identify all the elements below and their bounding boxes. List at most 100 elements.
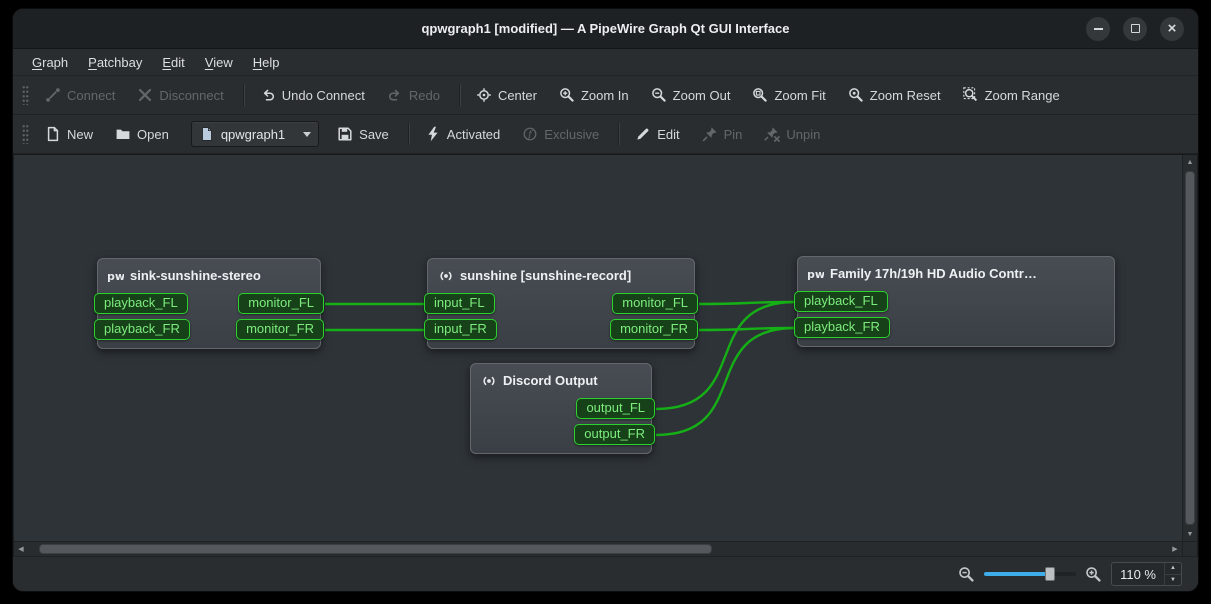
save-button[interactable]: Save	[328, 120, 398, 148]
pin-button: Pin	[693, 120, 752, 148]
menu-view[interactable]: View	[196, 52, 242, 73]
minimize-button[interactable]	[1086, 17, 1110, 41]
menu-graph[interactable]: Graph	[23, 52, 77, 73]
node-sunshine[interactable]: sunshine [sunshine-record]input_FLmonito…	[427, 258, 695, 349]
menu-help[interactable]: Help	[244, 52, 289, 73]
vertical-scroll-track[interactable]	[1183, 169, 1197, 527]
zoom-reset-icon	[848, 87, 864, 103]
toolbar-separator	[459, 84, 461, 106]
statusbar-zoom-out-icon[interactable]	[958, 566, 975, 583]
vertical-scroll-thumb[interactable]	[1185, 171, 1195, 525]
zoom-spinbox[interactable]: 110 % ▲ ▼	[1111, 562, 1182, 586]
port-sunshine-input_FL[interactable]: input_FL	[424, 293, 495, 314]
port-spacer	[467, 434, 471, 435]
node-sink[interactable]: pwsink-sunshine-stereoplayback_FLmonitor…	[97, 258, 321, 349]
center-button[interactable]: Center	[467, 81, 546, 109]
zoom-spin-up-button[interactable]: ▲	[1165, 563, 1181, 574]
zoom-slider[interactable]	[984, 566, 1076, 582]
menu-edit[interactable]: Edit	[153, 52, 193, 73]
toolbar-drag-handle[interactable]	[22, 85, 29, 105]
port-row: playback_FR monitor_FR	[94, 316, 324, 342]
connect-button: Connect	[36, 81, 124, 109]
port-family-playback_FL[interactable]: playback_FL	[794, 291, 888, 312]
graph-canvas[interactable]: pwsink-sunshine-stereoplayback_FLmonitor…	[13, 154, 1198, 556]
node-header[interactable]: Discord Output	[471, 364, 651, 395]
scroll-up-arrow[interactable]: ▲	[1183, 155, 1197, 169]
zoom-spin-down-button[interactable]: ▼	[1165, 574, 1181, 586]
port-sink-monitor_FR[interactable]: monitor_FR	[236, 319, 324, 340]
zoom-range-icon	[963, 87, 979, 103]
menu-patchbay[interactable]: Patchbay	[79, 52, 151, 73]
horizontal-scroll-track[interactable]	[28, 542, 1168, 556]
port-discord-output_FL[interactable]: output_FL	[576, 398, 655, 419]
zoom-slider-groove[interactable]	[984, 572, 1076, 576]
connect-icon	[45, 87, 61, 103]
port-sunshine-monitor_FL[interactable]: monitor_FL	[612, 293, 698, 314]
zoom-in-button[interactable]: Zoom In	[550, 81, 638, 109]
vertical-scrollbar[interactable]: ▲ ▼	[1182, 155, 1197, 541]
zoom-range-button[interactable]: Zoom Range	[954, 81, 1069, 109]
zoom-out-button[interactable]: Zoom Out	[642, 81, 740, 109]
zoom-out-icon	[651, 87, 667, 103]
unpin-icon	[764, 126, 780, 142]
port-sunshine-input_FR[interactable]: input_FR	[424, 319, 497, 340]
redo-icon	[387, 87, 403, 103]
horizontal-scroll-thumb[interactable]	[39, 544, 712, 554]
edit-button[interactable]: Edit	[626, 120, 688, 148]
horizontal-scrollbar[interactable]: ◀ ▶	[14, 541, 1182, 556]
window-title: qpwgraph1 [modified] — A PipeWire Graph …	[13, 21, 1198, 36]
node-header[interactable]: pwFamily 17h/19h HD Audio Contr…	[798, 257, 1114, 288]
port-row: output_FR	[467, 421, 655, 447]
zoom-value[interactable]: 110 %	[1112, 563, 1164, 585]
save-button-label: Save	[359, 127, 389, 142]
statusbar: 110 % ▲ ▼	[13, 556, 1198, 591]
undo-connect-button[interactable]: Undo Connect	[251, 81, 374, 109]
edit-button-label: Edit	[657, 127, 679, 142]
scroll-left-arrow[interactable]: ◀	[14, 542, 28, 556]
scroll-down-arrow[interactable]: ▼	[1183, 527, 1197, 541]
zoom-fit-button[interactable]: Zoom Fit	[743, 81, 834, 109]
minimize-icon	[1094, 28, 1103, 30]
port-row: input_FL monitor_FL	[424, 290, 698, 316]
exclusive-icon: f	[522, 126, 538, 142]
zoom-slider-handle[interactable]	[1045, 567, 1055, 581]
toolbar-separator	[408, 123, 410, 145]
port-sunshine-monitor_FR[interactable]: monitor_FR	[610, 319, 698, 340]
toolbar-drag-handle[interactable]	[22, 124, 29, 144]
activated-icon	[425, 126, 441, 142]
port-family-playback_FR[interactable]: playback_FR	[794, 317, 890, 338]
undo-icon	[260, 87, 276, 103]
node-header[interactable]: sunshine [sunshine-record]	[428, 259, 694, 290]
maximize-button[interactable]	[1123, 17, 1147, 41]
zoom-reset-button[interactable]: Zoom Reset	[839, 81, 950, 109]
zoom-reset-button-label: Zoom Reset	[870, 88, 941, 103]
node-title: sink-sunshine-stereo	[130, 268, 261, 283]
svg-text:pw: pw	[808, 268, 824, 281]
scroll-right-arrow[interactable]: ▶	[1168, 542, 1182, 556]
port-sink-playback_FL[interactable]: playback_FL	[94, 293, 188, 314]
session-combobox[interactable]: qpwgraph1	[191, 121, 319, 147]
close-button[interactable]: ×	[1160, 17, 1184, 41]
edit-icon	[635, 126, 651, 142]
exclusive-button-label: Exclusive	[544, 127, 599, 142]
port-spacer	[1114, 301, 1118, 302]
port-discord-output_FR[interactable]: output_FR	[574, 424, 655, 445]
statusbar-zoom-in-icon[interactable]	[1085, 566, 1102, 583]
port-spacer	[1114, 327, 1118, 328]
node-family[interactable]: pwFamily 17h/19h HD Audio Contr… playback…	[797, 256, 1115, 347]
activated-button[interactable]: Activated	[416, 120, 509, 148]
zoom-out-button-label: Zoom Out	[673, 88, 731, 103]
node-discord[interactable]: Discord Output output_FL output_FR	[470, 363, 652, 454]
new-button[interactable]: New	[36, 120, 102, 148]
node-header[interactable]: pwsink-sunshine-stereo	[98, 259, 320, 290]
open-button[interactable]: Open	[106, 120, 178, 148]
titlebar[interactable]: qpwgraph1 [modified] — A PipeWire Graph …	[13, 9, 1198, 49]
svg-text:f: f	[528, 129, 534, 140]
scrollbar-corner	[1182, 541, 1197, 556]
window-controls: ×	[1086, 17, 1198, 41]
close-icon: ×	[1168, 21, 1177, 36]
port-row: input_FR monitor_FR	[424, 316, 698, 342]
port-sink-playback_FR[interactable]: playback_FR	[94, 319, 190, 340]
port-sink-monitor_FL[interactable]: monitor_FL	[238, 293, 324, 314]
port-row: playback_FR	[794, 314, 1118, 340]
